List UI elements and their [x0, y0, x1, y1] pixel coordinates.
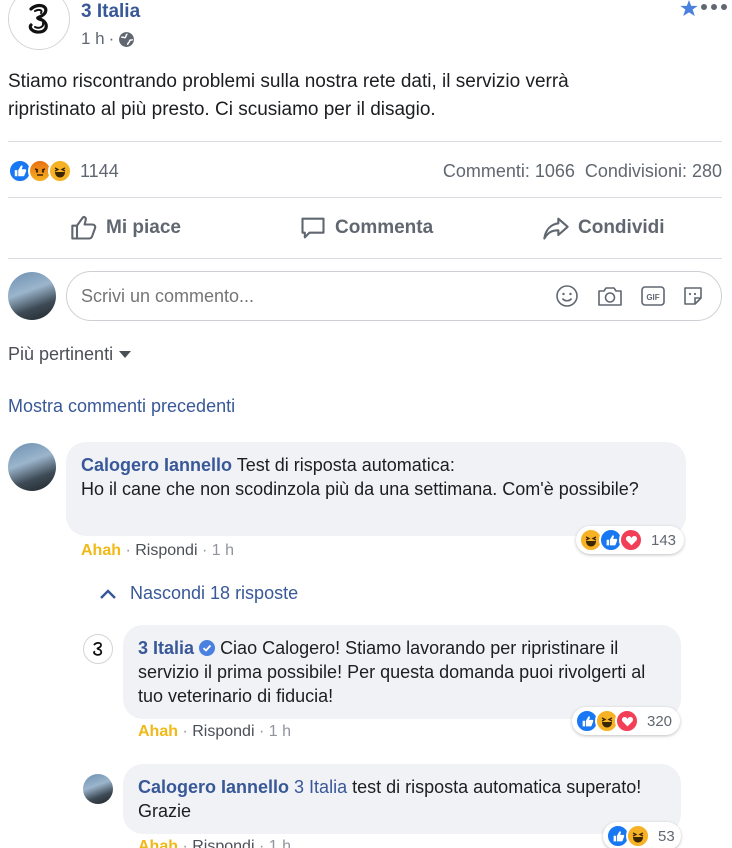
reply-meta: Ahah · Rispondi · 1 h: [138, 723, 291, 741]
show-previous-comments[interactable]: Mostra commenti precedenti: [8, 396, 235, 417]
star-icon[interactable]: [680, 0, 698, 16]
emoji-icon[interactable]: [555, 284, 579, 308]
share-label: Condividi: [578, 217, 665, 238]
three-logo-icon: [93, 642, 103, 656]
chevron-up-icon: [100, 588, 116, 599]
reaction-count: 1144: [80, 160, 119, 181]
love-reaction-icon: [615, 709, 639, 733]
comment-reaction-label[interactable]: Ahah: [81, 542, 121, 559]
post-meta: 1 h ·: [81, 29, 135, 49]
reply-reaction-count: 53: [658, 827, 675, 845]
reply-reaction-label[interactable]: Ahah: [138, 723, 178, 740]
page-avatar[interactable]: [8, 0, 70, 50]
post-text: Stiamo riscontrando problemi sulla nostr…: [8, 71, 569, 120]
reply-time[interactable]: 1 h: [269, 723, 291, 740]
hide-replies-toggle[interactable]: Nascondi 18 risposte: [100, 583, 298, 604]
meta-dot: ·: [258, 838, 269, 848]
reply-reactions[interactable]: 53: [603, 822, 681, 848]
like-label: Mi piace: [106, 217, 181, 238]
post-stats: Commenti: 1066 Condivisioni: 280: [443, 161, 722, 182]
meta-dot: ·: [182, 723, 193, 740]
comment-button[interactable]: Commenta: [299, 210, 433, 246]
reply-reply-link[interactable]: Rispondi: [192, 723, 254, 740]
more-options-icon[interactable]: [700, 3, 728, 11]
love-reaction-icon: [619, 528, 643, 552]
reply-author-avatar[interactable]: [83, 774, 113, 804]
reply-author-name[interactable]: Calogero Iannello: [138, 777, 289, 797]
reply-meta: Ahah · Rispondi · 1 h: [138, 838, 291, 848]
verified-badge-icon: [199, 640, 216, 656]
globe-icon: [118, 31, 135, 48]
divider-top: [8, 141, 722, 142]
haha-reaction-icon: [626, 824, 650, 848]
divider-actions-top: [8, 197, 722, 198]
reply-author-name[interactable]: 3 Italia: [138, 638, 194, 658]
comment-reaction-count: 143: [651, 531, 677, 549]
meta-dot: ·: [201, 542, 212, 559]
svg-text:GIF: GIF: [646, 293, 659, 302]
divider-actions-bottom: [8, 258, 722, 259]
meta-dot: ·: [125, 542, 136, 559]
reply-bubble: 3 Italia Ciao Calogero! Stiamo lavorando…: [123, 625, 681, 719]
comment-reactions[interactable]: 143: [576, 526, 684, 554]
comments-count[interactable]: Commenti: 1066: [443, 161, 575, 182]
comment-meta: Ahah · Rispondi · 1 h: [81, 542, 234, 560]
haha-reaction-icon: [48, 159, 72, 183]
thumbs-up-icon: [70, 214, 98, 242]
reaction-summary[interactable]: 1144: [8, 159, 119, 183]
share-button[interactable]: Condividi: [542, 210, 665, 246]
comment-text-line1: Test di risposta automatica:: [236, 455, 455, 475]
reply-reply-link[interactable]: Rispondi: [192, 838, 254, 848]
comment-label: Commenta: [335, 217, 434, 238]
comment-text-rest: Ho il cane che non scodinzola più da una…: [81, 479, 639, 499]
speech-bubble-icon: [299, 214, 327, 242]
like-button[interactable]: Mi piace: [70, 210, 181, 246]
current-user-avatar[interactable]: [8, 272, 56, 320]
caret-down-icon: [119, 350, 132, 359]
reply-author-avatar[interactable]: [83, 634, 113, 664]
page-name[interactable]: 3 Italia: [81, 1, 140, 23]
comment-input[interactable]: [81, 280, 541, 312]
meta-dot: ·: [258, 723, 269, 740]
meta-separator: ·: [108, 29, 115, 48]
comment-author-name[interactable]: Calogero Iannello: [81, 455, 232, 475]
meta-dot: ·: [182, 838, 193, 848]
reply-reaction-count: 320: [647, 712, 673, 730]
comment-time[interactable]: 1 h: [212, 542, 234, 559]
comment-author-avatar[interactable]: [8, 443, 56, 491]
reply-reactions[interactable]: 320: [572, 707, 680, 735]
comment-bubble: Calogero Iannello Test di risposta autom…: [66, 442, 686, 536]
share-arrow-icon: [542, 214, 570, 242]
sort-dropdown[interactable]: Più pertinenti: [8, 344, 132, 365]
sort-label: Più pertinenti: [8, 344, 114, 364]
comment-composer[interactable]: GIF: [66, 271, 722, 321]
comment-reply-link[interactable]: Rispondi: [135, 542, 197, 559]
gif-icon[interactable]: GIF: [640, 284, 666, 308]
shares-count[interactable]: Condivisioni: 280: [585, 161, 722, 182]
reply-mention[interactable]: 3 Italia: [294, 777, 347, 797]
reply-text: Ciao Calogero! Stiamo lavorando per ripr…: [138, 638, 646, 706]
reply-bubble: Calogero Iannello 3 Italia test di rispo…: [123, 764, 681, 834]
hide-replies-label: Nascondi 18 risposte: [130, 583, 299, 603]
three-logo-icon: [28, 3, 48, 34]
reply-time[interactable]: 1 h: [269, 838, 291, 848]
camera-icon[interactable]: [597, 284, 623, 308]
reply-reaction-label[interactable]: Ahah: [138, 838, 178, 848]
post-time[interactable]: 1 h: [81, 29, 105, 49]
sticker-icon[interactable]: [681, 284, 705, 308]
